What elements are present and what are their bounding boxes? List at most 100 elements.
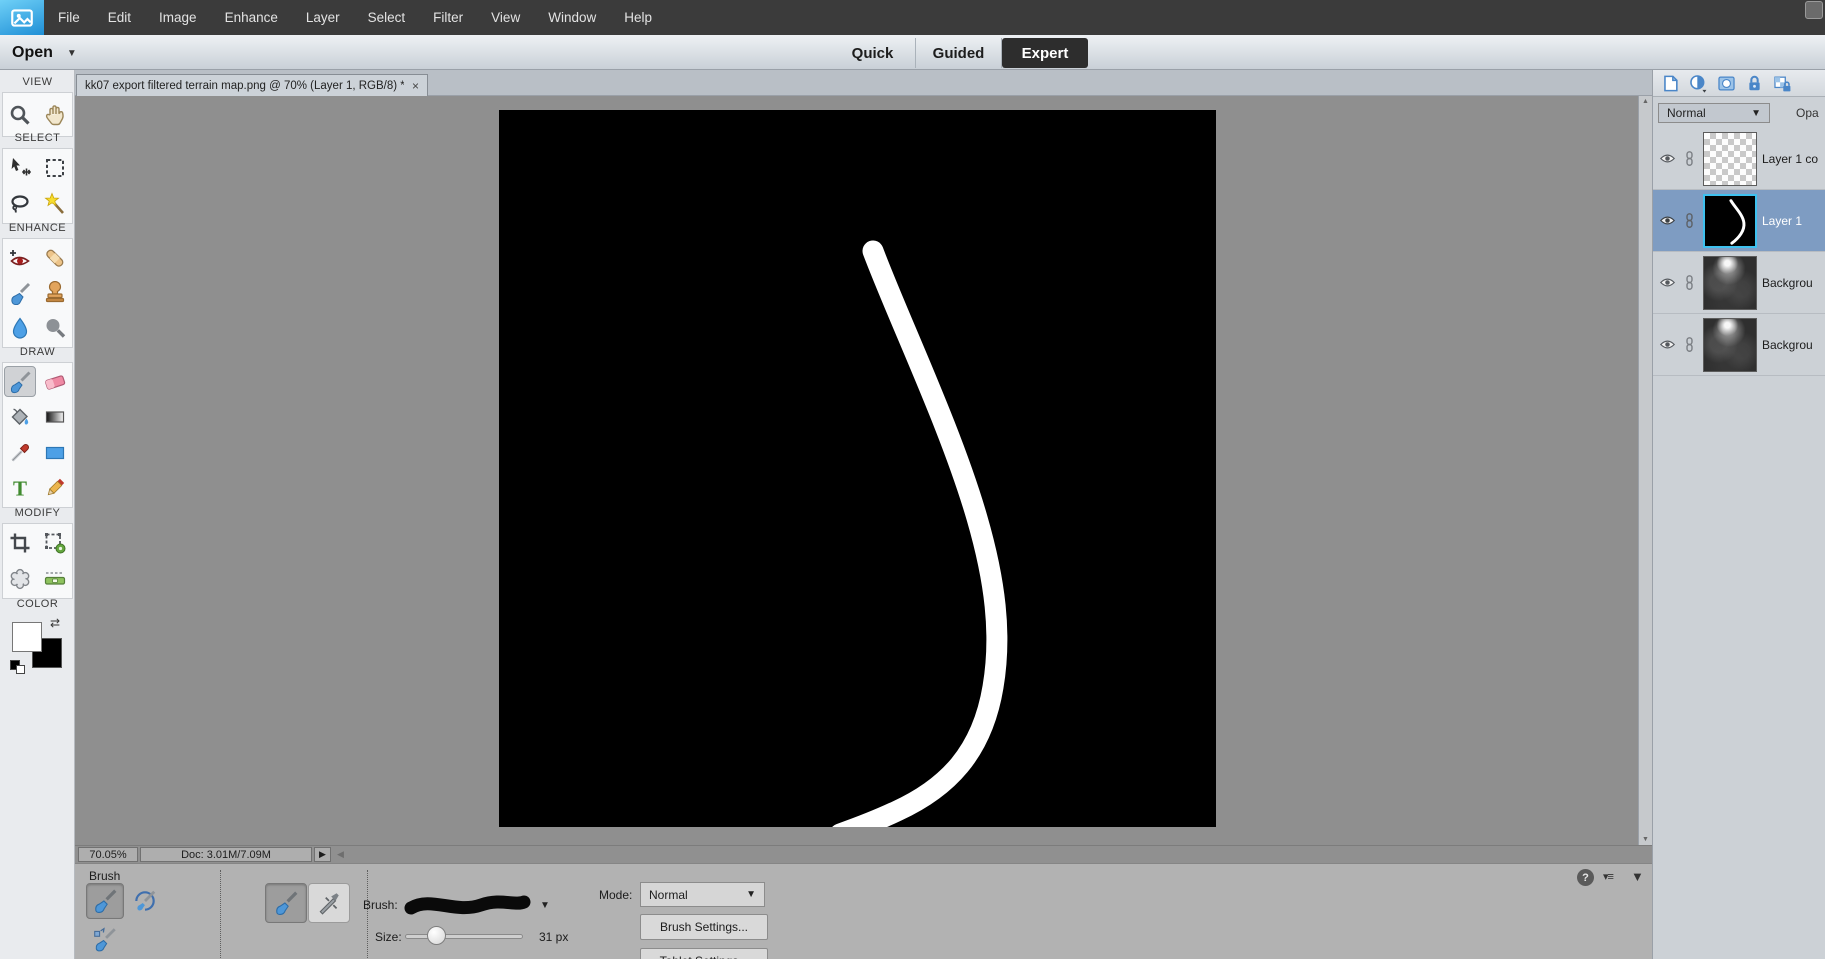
tab-expert[interactable]: Expert [1002,38,1088,68]
close-icon[interactable]: × [412,79,419,93]
brush-stroke-preview[interactable] [403,890,531,920]
menu-filter[interactable]: Filter [419,1,477,34]
toolbox: VIEW SELECT ENHANCE DRAW T MODIFY COLOR … [0,70,75,959]
curve-thumbnail-icon [1729,198,1746,245]
mode-dropdown[interactable]: Normal ▼ [640,882,765,907]
new-layer-icon[interactable] [1661,74,1680,93]
vertical-scrollbar[interactable]: ▲ ▼ [1638,96,1652,845]
link-icon[interactable] [1681,212,1698,229]
tool-paint-bucket[interactable] [4,402,36,433]
tool-shape[interactable] [39,437,71,468]
tool-recompose[interactable] [39,528,71,559]
pencil-icon [47,479,64,496]
size-slider-knob[interactable] [427,926,446,945]
impressionist-brush-button[interactable] [126,883,164,919]
menu-view[interactable]: View [477,1,534,34]
menu-file[interactable]: File [44,1,94,34]
tool-sharpen[interactable] [39,313,71,344]
menu-bar: File Edit Image Enhance Layer Select Fil… [0,0,1825,35]
lock-transparency-icon[interactable] [1773,74,1792,93]
layer-thumbnail[interactable] [1703,131,1757,186]
toolbox-panel-enhance [2,238,73,348]
tool-red-eye[interactable] [4,242,36,273]
menu-select[interactable]: Select [354,1,420,34]
blend-mode-dropdown[interactable]: Normal ▼ [1658,103,1770,123]
brush-variant-button[interactable] [86,883,124,919]
svg-text:T: T [13,477,27,501]
swap-colors-icon[interactable]: ⇄ [50,616,60,630]
layer-thumbnail[interactable] [1703,317,1757,372]
document-canvas[interactable] [499,110,1216,845]
tool-straighten[interactable] [39,564,71,595]
white-brush-stroke [829,240,1008,845]
adjustment-layer-icon[interactable] [1689,74,1708,93]
document-tab[interactable]: kk07 export filtered terrain map.png @ 7… [76,74,428,96]
open-button[interactable]: Open ▼ [12,40,77,66]
tool-smart-brush[interactable] [4,277,36,308]
tab-quick[interactable]: Quick [830,38,916,68]
layer-thumbnail[interactable] [1703,255,1757,310]
size-slider-track[interactable] [405,934,523,939]
link-icon[interactable] [1681,336,1698,353]
tool-eyedropper[interactable] [4,437,36,468]
menu-image[interactable]: Image [145,1,211,34]
menu-window[interactable]: Window [534,1,610,34]
link-icon[interactable] [1681,150,1698,167]
menu-items: File Edit Image Enhance Layer Select Fil… [44,1,666,34]
tool-magic-wand[interactable] [39,189,71,220]
brush-preset-dropdown-icon[interactable]: ▼ [540,900,550,911]
help-icon[interactable]: ? [1577,869,1594,886]
tool-eraser[interactable] [39,366,71,397]
panel-menu-icon[interactable]: ▾≡ [1603,870,1614,883]
normal-brush-mode-button[interactable] [265,883,307,923]
scroll-down-icon[interactable]: ▼ [1639,836,1652,843]
doc-size-field[interactable]: Doc: 3.01M/7.09M [140,847,312,862]
scroll-left-icon[interactable]: ◀ [337,849,344,860]
tool-clone-stamp[interactable] [39,277,71,308]
menu-layer[interactable]: Layer [292,1,354,34]
tool-type[interactable]: T [4,473,36,504]
tool-move[interactable] [4,153,36,184]
layer-mask-icon[interactable] [1717,74,1736,93]
app-logo [0,0,44,35]
tool-gradient[interactable] [39,402,71,433]
tool-crop[interactable] [4,528,36,559]
menu-edit[interactable]: Edit [94,1,145,34]
zoom-level-field[interactable]: 70.05% [78,847,138,862]
tool-brush[interactable] [4,366,37,398]
brush-settings-button[interactable]: Brush Settings... [640,914,768,940]
tool-lasso[interactable] [4,189,36,220]
tool-zoom[interactable] [4,99,36,130]
tablet-settings-button[interactable]: Tablet Settings... [640,948,768,959]
layer-row-background-2[interactable]: Backgrou [1653,314,1825,376]
window-control-button[interactable] [1805,1,1823,19]
foreground-color-swatch[interactable] [12,622,42,652]
tool-rect-marquee[interactable] [39,153,71,184]
color-replacement-brush-button[interactable] [86,921,124,957]
tool-hand[interactable] [39,99,71,130]
collapse-panel-icon[interactable]: ▼ [1631,869,1644,884]
layer-row-layer1-copy[interactable]: Layer 1 co [1653,128,1825,190]
visibility-eye-icon[interactable] [1659,150,1676,167]
tool-spot-healing[interactable] [39,242,71,273]
chevron-down-icon[interactable]: ▼ [67,48,77,59]
visibility-eye-icon[interactable] [1659,274,1676,291]
airbrush-mode-button[interactable] [308,883,350,923]
layer-thumbnail[interactable] [1703,193,1757,248]
link-icon[interactable] [1681,274,1698,291]
tool-pencil[interactable] [39,473,71,504]
layer-row-layer1[interactable]: Layer 1 [1653,190,1825,252]
visibility-eye-icon[interactable] [1659,336,1676,353]
visibility-eye-icon[interactable] [1659,212,1676,229]
tab-guided[interactable]: Guided [916,38,1002,68]
scroll-up-icon[interactable]: ▲ [1639,98,1652,105]
status-expand-button[interactable]: ▶ [314,847,331,862]
menu-help[interactable]: Help [610,1,666,34]
layer-row-background-1[interactable]: Backgrou [1653,252,1825,314]
lock-all-icon[interactable] [1745,74,1764,93]
tool-cookie-cutter[interactable] [4,564,36,595]
brush-preset-label: Brush: [363,898,398,912]
default-colors-icon[interactable] [10,660,26,674]
menu-enhance[interactable]: Enhance [211,1,292,34]
tool-blur[interactable] [4,313,36,344]
